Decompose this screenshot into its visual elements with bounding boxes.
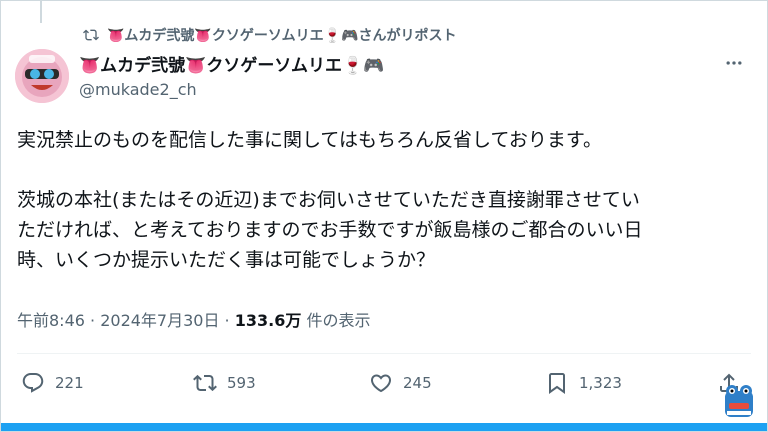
repost-icon	[193, 374, 217, 392]
reply-button[interactable]: 221	[21, 371, 84, 395]
post-paragraph: 実況禁止のものを配信した事に関してはもちろん反省しております。	[17, 129, 603, 151]
bookmark-count: 1,323	[579, 374, 622, 392]
author-display-name[interactable]: 👅ムカデ弐號👅クソゲーソムリエ🍷🎮	[79, 51, 751, 76]
repost-icon	[83, 29, 99, 41]
author-handle[interactable]: @mukade2_ch	[79, 80, 751, 99]
divider	[17, 353, 751, 354]
repost-indicator[interactable]: 👅ムカデ弐號👅クソゲーソムリエ🍷🎮 さんがリポスト	[83, 25, 456, 45]
bottom-accent-bar	[1, 423, 767, 431]
avatar[interactable]	[15, 49, 69, 103]
repost-button[interactable]: 593	[193, 371, 256, 395]
post-date[interactable]: 2024年7月30日	[100, 311, 219, 330]
post-meta: 午前8:46 · 2024年7月30日 · 133.6万 件の表示	[17, 307, 370, 331]
meta-separator: ·	[84, 311, 101, 330]
more-options-icon[interactable]	[723, 53, 745, 73]
post-paragraph: ただければ、と考えておりますのでお手数ですが飯島様のご都合のいい日	[17, 219, 643, 241]
reply-icon	[22, 373, 44, 393]
view-label: 件の表示	[301, 311, 371, 330]
bookmark-button[interactable]: 1,323	[545, 371, 622, 395]
repost-count: 593	[227, 374, 256, 392]
post-header: 👅ムカデ弐號👅クソゲーソムリエ🍷🎮 @mukade2_ch	[79, 51, 751, 99]
thread-line	[40, 1, 42, 23]
meta-separator: ·	[219, 311, 235, 330]
repost-suffix: さんがリポスト	[358, 28, 457, 44]
action-bar: 221 593 245 1,323	[17, 371, 751, 401]
bookmark-icon	[549, 373, 565, 394]
mascot-icon	[725, 385, 753, 417]
post-text: 実況禁止のものを配信した事に関してはもちろん反省しております。 茨城の本社(また…	[17, 125, 737, 275]
repost-user[interactable]: 👅ムカデ弐號👅クソゲーソムリエ🍷🎮	[107, 25, 358, 45]
post-paragraph: 茨城の本社(またはその近辺)までお伺いさせていただき直接謝罪させてい	[17, 189, 640, 211]
reply-count: 221	[55, 374, 84, 392]
like-count: 245	[403, 374, 432, 392]
post-time[interactable]: 午前8:46	[17, 311, 85, 330]
heart-icon	[370, 374, 392, 393]
post-paragraph: 時、いくつか提示いただく事は可能でしょうか？	[17, 249, 436, 271]
view-count[interactable]: 133.6万	[235, 311, 302, 330]
post-card: 👅ムカデ弐號👅クソゲーソムリエ🍷🎮 さんがリポスト 👅ムカデ弐號👅クソゲーソムリエ…	[0, 0, 768, 432]
like-button[interactable]: 245	[369, 371, 432, 395]
